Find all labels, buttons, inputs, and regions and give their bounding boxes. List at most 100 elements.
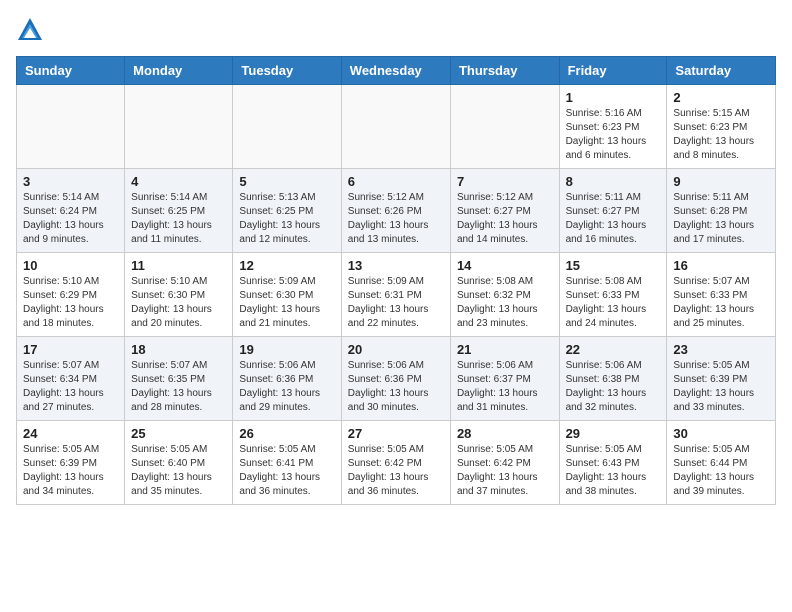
day-number: 10 [23,258,118,273]
day-info: Sunrise: 5:05 AM Sunset: 6:41 PM Dayligh… [239,443,334,499]
day-info: Sunrise: 5:05 AM Sunset: 6:43 PM Dayligh… [566,443,661,499]
day-number: 15 [566,258,661,273]
day-info: Sunrise: 5:05 AM Sunset: 6:42 PM Dayligh… [457,443,553,499]
day-number: 4 [131,174,226,189]
day-info: Sunrise: 5:07 AM Sunset: 6:34 PM Dayligh… [23,359,118,415]
calendar-day-cell: 25 Sunrise: 5:05 AM Sunset: 6:40 PM Dayli… [125,421,233,505]
weekday-header-thursday: Thursday [450,57,559,85]
day-info: Sunrise: 5:10 AM Sunset: 6:29 PM Dayligh… [23,275,118,331]
day-number: 7 [457,174,553,189]
day-info: Sunrise: 5:05 AM Sunset: 6:42 PM Dayligh… [348,443,444,499]
day-number: 3 [23,174,118,189]
day-number: 25 [131,426,226,441]
weekday-header-row: SundayMondayTuesdayWednesdayThursdayFrid… [17,57,776,85]
calendar-week-row: 3 Sunrise: 5:14 AM Sunset: 6:24 PM Daylig… [17,169,776,253]
weekday-header-sunday: Sunday [17,57,125,85]
day-number: 9 [673,174,769,189]
day-info: Sunrise: 5:14 AM Sunset: 6:24 PM Dayligh… [23,191,118,247]
calendar-week-row: 1Sunrise: 5:16 AM Sunset: 6:23 PM Daylig… [17,85,776,169]
calendar-day-cell: 1Sunrise: 5:16 AM Sunset: 6:23 PM Daylig… [559,85,667,169]
day-number: 14 [457,258,553,273]
calendar-day-cell: 3 Sunrise: 5:14 AM Sunset: 6:24 PM Daylig… [17,169,125,253]
day-info: Sunrise: 5:09 AM Sunset: 6:31 PM Dayligh… [348,275,444,331]
day-number: 18 [131,342,226,357]
day-number: 27 [348,426,444,441]
day-number: 2 [673,90,769,105]
day-number: 23 [673,342,769,357]
day-number: 30 [673,426,769,441]
day-info: Sunrise: 5:06 AM Sunset: 6:36 PM Dayligh… [348,359,444,415]
day-number: 8 [566,174,661,189]
day-info: Sunrise: 5:09 AM Sunset: 6:30 PM Dayligh… [239,275,334,331]
calendar-day-cell: 21 Sunrise: 5:06 AM Sunset: 6:37 PM Dayli… [450,337,559,421]
page-header [16,16,776,44]
calendar-day-cell: 26 Sunrise: 5:05 AM Sunset: 6:41 PM Dayli… [233,421,341,505]
calendar-week-row: 10 Sunrise: 5:10 AM Sunset: 6:29 PM Dayli… [17,253,776,337]
day-info: Sunrise: 5:06 AM Sunset: 6:36 PM Dayligh… [239,359,334,415]
day-number: 5 [239,174,334,189]
calendar-day-cell: 12 Sunrise: 5:09 AM Sunset: 6:30 PM Dayli… [233,253,341,337]
day-info: Sunrise: 5:08 AM Sunset: 6:32 PM Dayligh… [457,275,553,331]
day-number: 26 [239,426,334,441]
calendar-day-cell: 24 Sunrise: 5:05 AM Sunset: 6:39 PM Dayli… [17,421,125,505]
day-info: Sunrise: 5:06 AM Sunset: 6:37 PM Dayligh… [457,359,553,415]
day-info: Sunrise: 5:05 AM Sunset: 6:39 PM Dayligh… [23,443,118,499]
calendar-day-cell: 10 Sunrise: 5:10 AM Sunset: 6:29 PM Dayli… [17,253,125,337]
day-info: Sunrise: 5:05 AM Sunset: 6:44 PM Dayligh… [673,443,769,499]
day-number: 12 [239,258,334,273]
day-info: Sunrise: 5:07 AM Sunset: 6:33 PM Dayligh… [673,275,769,331]
day-info: Sunrise: 5:12 AM Sunset: 6:26 PM Dayligh… [348,191,444,247]
weekday-header-monday: Monday [125,57,233,85]
day-number: 11 [131,258,226,273]
calendar-day-cell: 16 Sunrise: 5:07 AM Sunset: 6:33 PM Dayli… [667,253,776,337]
calendar-day-cell: 19Sunrise: 5:06 AM Sunset: 6:36 PM Dayli… [233,337,341,421]
day-info: Sunrise: 5:13 AM Sunset: 6:25 PM Dayligh… [239,191,334,247]
weekday-header-friday: Friday [559,57,667,85]
day-number: 6 [348,174,444,189]
calendar-table: SundayMondayTuesdayWednesdayThursdayFrid… [16,56,776,505]
day-info: Sunrise: 5:16 AM Sunset: 6:23 PM Dayligh… [566,107,661,163]
calendar-day-cell: 7Sunrise: 5:12 AM Sunset: 6:27 PM Daylig… [450,169,559,253]
calendar-day-cell [125,85,233,169]
day-number: 21 [457,342,553,357]
day-info: Sunrise: 5:11 AM Sunset: 6:28 PM Dayligh… [673,191,769,247]
day-info: Sunrise: 5:08 AM Sunset: 6:33 PM Dayligh… [566,275,661,331]
calendar-day-cell [17,85,125,169]
calendar-day-cell: 11 Sunrise: 5:10 AM Sunset: 6:30 PM Dayli… [125,253,233,337]
day-info: Sunrise: 5:10 AM Sunset: 6:30 PM Dayligh… [131,275,226,331]
calendar-day-cell: 27 Sunrise: 5:05 AM Sunset: 6:42 PM Dayli… [341,421,450,505]
calendar-day-cell: 17 Sunrise: 5:07 AM Sunset: 6:34 PM Dayli… [17,337,125,421]
calendar-day-cell [450,85,559,169]
day-info: Sunrise: 5:05 AM Sunset: 6:40 PM Dayligh… [131,443,226,499]
day-info: Sunrise: 5:06 AM Sunset: 6:38 PM Dayligh… [566,359,661,415]
calendar-day-cell [341,85,450,169]
day-number: 22 [566,342,661,357]
day-number: 24 [23,426,118,441]
day-number: 13 [348,258,444,273]
calendar-day-cell: 30 Sunrise: 5:05 AM Sunset: 6:44 PM Dayli… [667,421,776,505]
calendar-day-cell: 13 Sunrise: 5:09 AM Sunset: 6:31 PM Dayli… [341,253,450,337]
calendar-day-cell: 28 Sunrise: 5:05 AM Sunset: 6:42 PM Dayli… [450,421,559,505]
calendar-week-row: 17 Sunrise: 5:07 AM Sunset: 6:34 PM Dayli… [17,337,776,421]
calendar-day-cell: 15 Sunrise: 5:08 AM Sunset: 6:33 PM Dayli… [559,253,667,337]
day-info: Sunrise: 5:05 AM Sunset: 6:39 PM Dayligh… [673,359,769,415]
calendar-day-cell: 22 Sunrise: 5:06 AM Sunset: 6:38 PM Dayli… [559,337,667,421]
calendar-day-cell: 5 Sunrise: 5:13 AM Sunset: 6:25 PM Daylig… [233,169,341,253]
calendar-day-cell: 14 Sunrise: 5:08 AM Sunset: 6:32 PM Dayli… [450,253,559,337]
day-info: Sunrise: 5:14 AM Sunset: 6:25 PM Dayligh… [131,191,226,247]
calendar-day-cell: 9 Sunrise: 5:11 AM Sunset: 6:28 PM Daylig… [667,169,776,253]
calendar-day-cell: 6 Sunrise: 5:12 AM Sunset: 6:26 PM Daylig… [341,169,450,253]
calendar-day-cell: 18Sunrise: 5:07 AM Sunset: 6:35 PM Dayli… [125,337,233,421]
calendar-day-cell: 29Sunrise: 5:05 AM Sunset: 6:43 PM Dayli… [559,421,667,505]
day-number: 28 [457,426,553,441]
weekday-header-saturday: Saturday [667,57,776,85]
calendar-week-row: 24 Sunrise: 5:05 AM Sunset: 6:39 PM Dayli… [17,421,776,505]
calendar-day-cell: 8Sunrise: 5:11 AM Sunset: 6:27 PM Daylig… [559,169,667,253]
calendar-day-cell: 20Sunrise: 5:06 AM Sunset: 6:36 PM Dayli… [341,337,450,421]
logo-icon [16,16,44,44]
day-info: Sunrise: 5:15 AM Sunset: 6:23 PM Dayligh… [673,107,769,163]
day-number: 17 [23,342,118,357]
day-number: 16 [673,258,769,273]
calendar-day-cell: 4 Sunrise: 5:14 AM Sunset: 6:25 PM Daylig… [125,169,233,253]
weekday-header-tuesday: Tuesday [233,57,341,85]
